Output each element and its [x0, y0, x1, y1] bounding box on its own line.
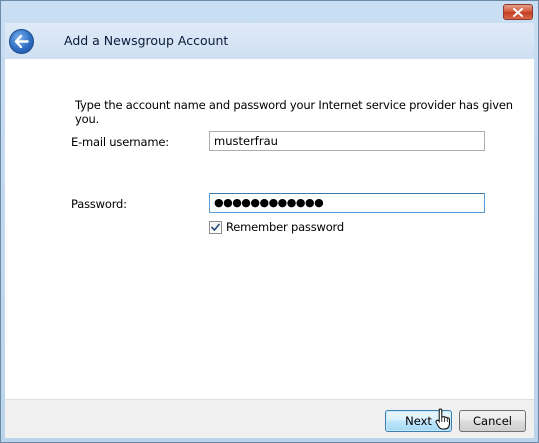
username-label: E-mail username:: [71, 135, 169, 149]
dialog-header: Add a Newsgroup Account: [5, 23, 534, 59]
dialog-window: Add a Newsgroup Account Type the account…: [0, 0, 539, 443]
close-button[interactable]: [503, 4, 533, 20]
remember-password-label: Remember password: [226, 220, 344, 234]
remember-password-row[interactable]: Remember password: [209, 220, 344, 234]
instruction-text: Type the account name and password your …: [75, 98, 513, 126]
password-label: Password:: [71, 197, 127, 211]
dialog-content: Type the account name and password your …: [5, 59, 534, 399]
check-icon: [211, 223, 220, 231]
next-button[interactable]: Next: [385, 410, 452, 432]
dialog-title: Add a Newsgroup Account: [64, 33, 229, 48]
back-button[interactable]: [9, 29, 34, 54]
dialog-footer: Next Cancel: [5, 399, 534, 438]
cancel-button[interactable]: Cancel: [459, 410, 526, 432]
password-input[interactable]: ●●●●●●●●●●●●: [209, 193, 485, 213]
remember-password-checkbox[interactable]: [209, 220, 222, 234]
back-arrow-icon: [14, 35, 29, 48]
close-icon: [513, 7, 523, 17]
username-input[interactable]: musterfrau: [209, 131, 485, 151]
